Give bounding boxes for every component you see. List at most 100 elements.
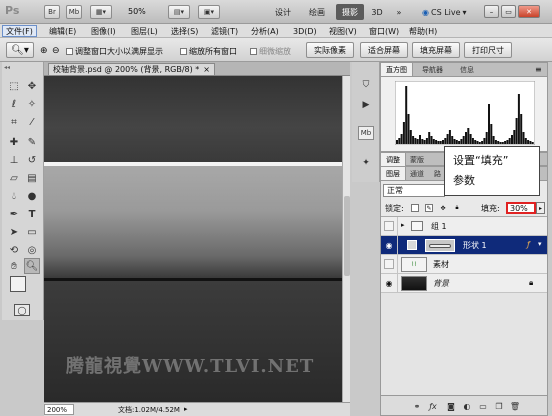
fill-slider-arrow-icon[interactable]: ▸ xyxy=(536,202,545,214)
crop-tool-icon[interactable]: ⌗ xyxy=(6,114,22,130)
tab-navigator[interactable]: 导航器 xyxy=(417,63,448,76)
history-panel-icon[interactable]: ⛉ xyxy=(358,78,374,92)
clone-stamp-tool-icon[interactable]: ⊥ xyxy=(6,152,22,168)
lock-transparency-icon[interactable] xyxy=(411,204,419,212)
collapse-icon[interactable]: ◂◂ xyxy=(4,64,10,71)
tab-info[interactable]: 信息 xyxy=(455,63,479,76)
add-mask-icon[interactable]: ◙ xyxy=(445,400,457,412)
marquee-tool-icon[interactable]: ⬚ xyxy=(6,78,22,94)
new-layer-icon[interactable]: ❐ xyxy=(493,400,505,412)
blur-tool-icon[interactable]: 💧︎ xyxy=(6,188,22,204)
3d-rotate-tool-icon[interactable]: ⟲ xyxy=(6,242,22,258)
menu-analysis[interactable]: 分析(A) xyxy=(248,25,282,37)
fit-screen-button[interactable]: 适合屏幕 xyxy=(360,42,408,58)
visibility-toggle-empty[interactable] xyxy=(384,221,394,231)
menu-select[interactable]: 选择(S) xyxy=(168,25,201,37)
delete-layer-icon[interactable]: 🗑︎ xyxy=(509,400,521,412)
close-tab-icon[interactable]: × xyxy=(203,65,210,74)
adjustment-layer-icon[interactable]: ◐ xyxy=(461,400,473,412)
fill-screen-button[interactable]: 填充屏幕 xyxy=(412,42,460,58)
eye-icon[interactable]: ◉ xyxy=(384,278,394,288)
tab-layers[interactable]: 图层 xyxy=(381,167,406,180)
cs-live-button[interactable]: ◉ CS Live ▾ xyxy=(422,5,470,19)
blend-mode-select[interactable]: 正常 xyxy=(383,184,445,197)
magic-wand-tool-icon[interactable]: ✧ xyxy=(24,96,40,112)
eye-icon[interactable]: ◉ xyxy=(384,240,394,250)
lock-all-icon[interactable]: 🔒︎ xyxy=(453,204,461,212)
restore-button[interactable]: ▭ xyxy=(501,5,516,18)
zoom-out-icon[interactable]: ⊖ xyxy=(52,46,60,56)
menu-layer[interactable]: 图层(L) xyxy=(128,25,161,37)
menu-file[interactable]: 文件(F) xyxy=(2,25,37,37)
type-tool-icon[interactable]: T xyxy=(24,206,40,222)
tool-presets-icon[interactable]: ✦ xyxy=(358,156,374,170)
workspace-paint[interactable]: 绘画 xyxy=(302,4,332,20)
brush-tool-icon[interactable]: ✎ xyxy=(24,134,40,150)
scrollbar-thumb[interactable] xyxy=(344,196,350,276)
menu-help[interactable]: 帮助(H) xyxy=(406,25,440,37)
actions-panel-icon[interactable]: ▶ xyxy=(358,98,374,112)
panel-menu-icon[interactable]: ≡ xyxy=(535,65,542,74)
menu-edit[interactable]: 编辑(E) xyxy=(46,25,79,37)
vertical-scrollbar[interactable] xyxy=(342,76,350,402)
status-arrow-icon[interactable]: ▸ xyxy=(184,405,188,413)
visibility-toggle-empty[interactable] xyxy=(384,259,394,269)
effects-arrow-icon[interactable]: ▾ xyxy=(538,240,542,248)
workspace-design[interactable]: 设计 xyxy=(268,4,298,20)
close-window-button[interactable]: ✕ xyxy=(518,5,540,18)
view-extras-button[interactable]: ▦▾ xyxy=(90,5,112,19)
eraser-tool-icon[interactable]: ▱ xyxy=(6,170,22,186)
document-canvas[interactable]: 腾龍視覺WWW.TLVI.NET xyxy=(44,76,342,402)
hand-tool-icon[interactable]: ✋︎ xyxy=(6,258,22,274)
layer-row-group[interactable]: ▸ 组 1 xyxy=(381,217,547,236)
menu-image[interactable]: 图像(I) xyxy=(88,25,119,37)
eyedropper-tool-icon[interactable]: ⁄ xyxy=(24,114,40,130)
tab-channels[interactable]: 通道 xyxy=(405,167,429,180)
document-tab[interactable]: 校轴背景.psd @ 200% (背景, RGB/8) * × xyxy=(48,63,215,75)
history-brush-tool-icon[interactable]: ↺ xyxy=(24,152,40,168)
menu-window[interactable]: 窗口(W) xyxy=(366,25,402,37)
minibridge-button[interactable]: Mb xyxy=(66,5,82,19)
zoom-field[interactable]: 200% xyxy=(44,404,74,415)
actual-pixels-button[interactable]: 实际像素 xyxy=(306,42,354,58)
tab-adjustments[interactable]: 调整 xyxy=(381,153,406,166)
expand-arrow-icon[interactable]: ▸ xyxy=(401,221,405,229)
move-tool-icon[interactable]: ✥ xyxy=(24,78,40,94)
resize-windows-checkbox[interactable]: 调整窗口大小以满屏显示 xyxy=(66,46,163,57)
shape-tool-icon[interactable]: ▭ xyxy=(24,224,40,240)
lasso-tool-icon[interactable]: ℓ xyxy=(6,96,22,112)
zoom-tool-icon[interactable]: 🔍︎ xyxy=(24,258,40,274)
bridge-button[interactable]: Br xyxy=(44,5,60,19)
layer-row-material[interactable]: ⌇⌇ 素材 xyxy=(381,255,547,274)
layer-row-background[interactable]: ◉ 背景 🔒︎ xyxy=(381,274,547,293)
gradient-tool-icon[interactable]: ▤ xyxy=(24,170,40,186)
tool-preset-picker[interactable]: 🔍︎▾ xyxy=(6,42,34,58)
workspace-3d[interactable]: 3D xyxy=(366,4,388,20)
link-layers-icon[interactable]: ⚭ xyxy=(411,400,423,412)
workspace-more[interactable]: » xyxy=(390,4,408,20)
tab-masks[interactable]: 蒙版 xyxy=(405,153,429,166)
dodge-tool-icon[interactable]: ● xyxy=(24,188,40,204)
zoom-level[interactable]: 50% xyxy=(128,7,146,16)
layer-row-shape[interactable]: ◉ 形状 1 ƒ ▾ xyxy=(381,236,547,255)
add-style-icon[interactable]: ƒx xyxy=(427,400,439,412)
lock-position-icon[interactable]: ✥ xyxy=(439,204,447,212)
minimize-button[interactable]: – xyxy=(484,5,499,18)
foreground-color-swatch[interactable] xyxy=(10,276,26,292)
pen-tool-icon[interactable]: ✒ xyxy=(6,206,22,222)
menu-filter[interactable]: 滤镜(T) xyxy=(208,25,241,37)
zoom-all-windows-checkbox[interactable]: 缩放所有窗口 xyxy=(180,46,237,57)
fx-icon[interactable]: ƒ xyxy=(527,240,530,249)
workspace-photo[interactable]: 摄影 xyxy=(336,4,364,20)
quick-mask-icon[interactable]: ◯ xyxy=(14,304,30,316)
path-selection-tool-icon[interactable]: ➤ xyxy=(6,224,22,240)
fill-input[interactable]: 30% xyxy=(506,202,536,214)
lock-pixels-icon[interactable]: ✎ xyxy=(425,204,433,212)
tab-histogram[interactable]: 直方图 xyxy=(381,63,413,76)
arrange-documents-button[interactable]: ▤▾ xyxy=(168,5,190,19)
print-size-button[interactable]: 打印尺寸 xyxy=(464,42,512,58)
mb-panel-icon[interactable]: Mb xyxy=(358,126,374,140)
new-group-icon[interactable]: ▭ xyxy=(477,400,489,412)
screen-mode-button[interactable]: ▣▾ xyxy=(198,5,220,19)
healing-brush-tool-icon[interactable]: ✚ xyxy=(6,134,22,150)
